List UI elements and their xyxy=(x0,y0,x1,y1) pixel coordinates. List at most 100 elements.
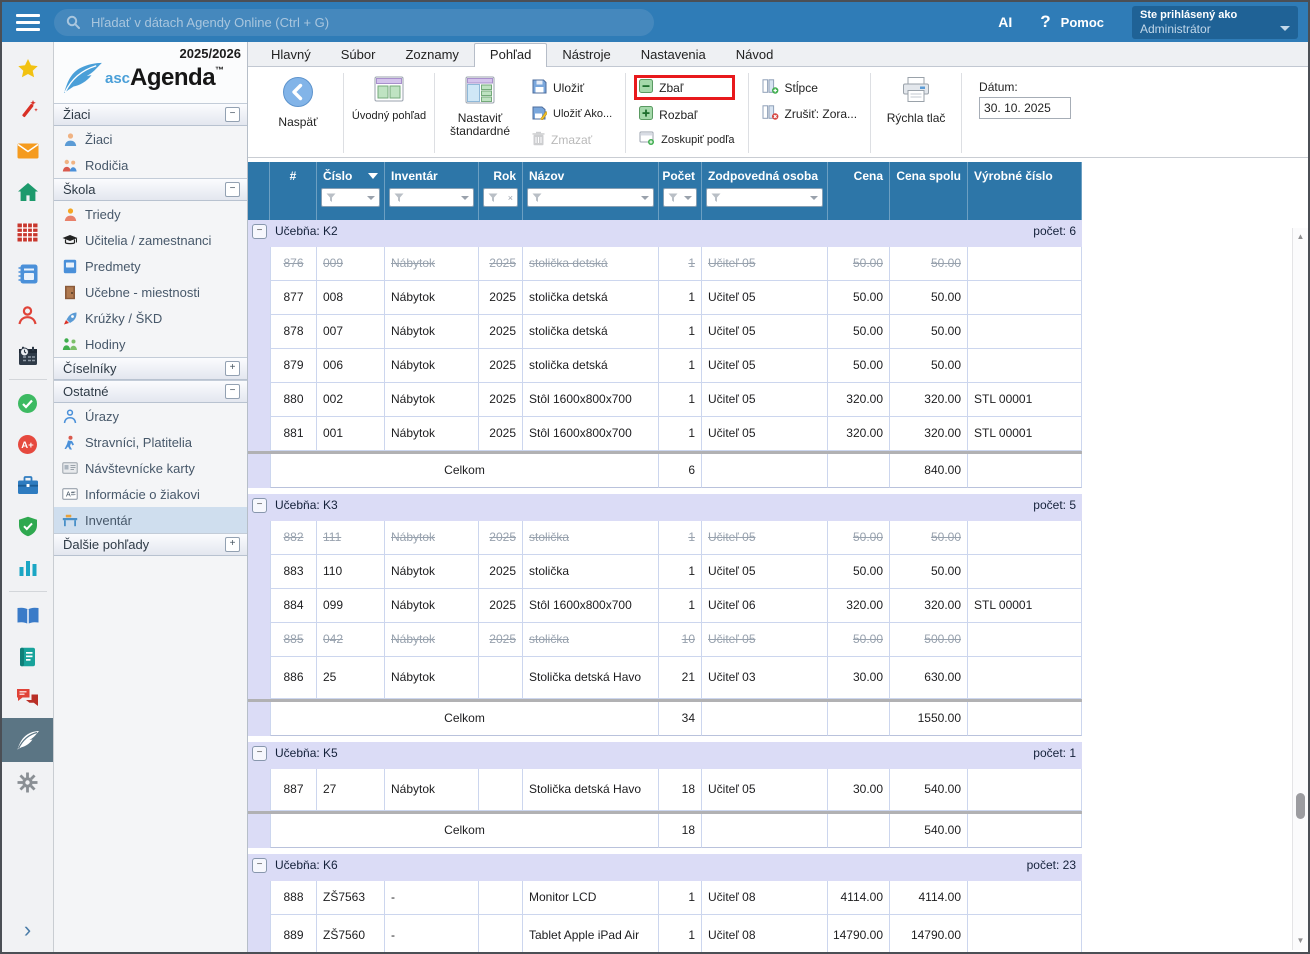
table-row[interactable]: 884099Nábytok2025Stôl 1600x800x7001Učite… xyxy=(248,589,1082,623)
sidebar-section-ďalšie pohľady[interactable]: Ďalšie pohľady+ xyxy=(54,533,247,556)
help-button[interactable]: ? Pomoc xyxy=(1040,12,1104,32)
sidebar-item-kr-ky-kd[interactable]: Krúžky / ŠKD xyxy=(54,305,247,331)
table-row[interactable]: 88727NábytokStolička detská Havo18Učiteľ… xyxy=(248,769,1082,811)
group-collapse-button[interactable]: − xyxy=(252,498,267,513)
tab-hlavný[interactable]: Hlavný xyxy=(256,44,326,66)
set-default-button[interactable]: Nastaviť štandardné xyxy=(438,71,522,155)
grade-icon[interactable]: A+ xyxy=(2,424,53,465)
column-header-vyrobne[interactable]: Výrobné číslo xyxy=(968,162,1082,220)
collapse-section-icon[interactable]: − xyxy=(225,107,240,122)
scroll-up-icon[interactable]: ▲ xyxy=(1293,230,1308,244)
table-row[interactable]: 882111Nábytok2025stolička1Učiteľ 0550.00… xyxy=(248,521,1082,555)
tab-nástroje[interactable]: Nástroje xyxy=(547,44,625,66)
column-header-rok[interactable]: Rok× xyxy=(479,162,523,220)
tab-súbor[interactable]: Súbor xyxy=(326,44,391,66)
sidebar-item-stravn-ci-platitelia[interactable]: Stravníci, Platitelia xyxy=(54,429,247,455)
filter-nazov[interactable] xyxy=(527,188,654,207)
group-collapse-button[interactable]: − xyxy=(252,858,267,873)
collapse-section-icon[interactable]: − xyxy=(225,384,240,399)
person-icon[interactable] xyxy=(2,294,53,335)
back-button[interactable]: Naspäť xyxy=(256,71,340,155)
sidebar-item-invent-r[interactable]: Inventár xyxy=(54,507,247,533)
pencil-icon[interactable] xyxy=(2,718,53,762)
timetable-icon[interactable] xyxy=(2,212,53,253)
sidebar-item-rodi-ia[interactable]: Rodičia xyxy=(54,152,247,178)
tab-nastavenia[interactable]: Nastavenia xyxy=(626,44,721,66)
home-icon[interactable] xyxy=(2,171,53,212)
table-row[interactable]: 889ZŠ7560-Tablet Apple iPad Air1Učiteľ 0… xyxy=(248,915,1082,952)
column-header-cena[interactable]: Cena xyxy=(828,162,890,220)
mail-icon[interactable] xyxy=(2,130,53,171)
column-header-nazov[interactable]: Názov xyxy=(523,162,659,220)
column-header-num[interactable]: # xyxy=(270,162,317,220)
quick-print-button[interactable]: Rýchla tlač xyxy=(874,71,958,155)
sidebar-item-u-ebne-miestnosti[interactable]: Učebne - miestnosti xyxy=(54,279,247,305)
sidebar-item-u-itelia-zamestnanci[interactable]: Učitelia / zamestnanci xyxy=(54,227,247,253)
column-header-pocet[interactable]: Počet xyxy=(659,162,702,220)
sidebar-item--iaci[interactable]: Žiaci xyxy=(54,126,247,152)
sidebar-item--razy[interactable]: Úrazy xyxy=(54,403,247,429)
notebook-icon[interactable] xyxy=(2,253,53,294)
column-header-osoba[interactable]: Zodpovedná osoba xyxy=(702,162,828,220)
table-row[interactable]: 880002Nábytok2025Stôl 1600x800x7001Učite… xyxy=(248,383,1082,417)
table-row[interactable]: 878007Nábytok2025stolička detská1Učiteľ … xyxy=(248,315,1082,349)
hamburger-menu-icon[interactable] xyxy=(2,14,54,31)
column-header-cena_spolu[interactable]: Cena spolu xyxy=(890,162,968,220)
delete-button[interactable]: Zmazať xyxy=(532,131,612,149)
sidebar-item-triedy[interactable]: Triedy xyxy=(54,201,247,227)
table-row[interactable]: 877008Nábytok2025stolička detská1Učiteľ … xyxy=(248,281,1082,315)
filter-rok[interactable]: × xyxy=(483,188,518,207)
sidebar-section-číselníky[interactable]: Číselníky+ xyxy=(54,357,247,380)
save-button[interactable]: Uložiť xyxy=(532,79,612,97)
calendar-clock-icon[interactable] xyxy=(2,335,53,376)
column-header-cislo[interactable]: Číslo xyxy=(317,162,385,220)
scrollbar-thumb[interactable] xyxy=(1296,793,1305,819)
table-row[interactable]: 885042Nábytok2025stolička10Učiteľ 0550.0… xyxy=(248,623,1082,657)
sidebar-section-škola[interactable]: Škola− xyxy=(54,178,247,201)
vertical-scrollbar[interactable]: ▲ ▼ xyxy=(1292,228,1308,950)
sidebar-item-inform-cie-o-iakovi[interactable]: A=Informácie o žiakovi xyxy=(54,481,247,507)
filter-cislo[interactable] xyxy=(321,188,380,207)
scroll-down-icon[interactable]: ▼ xyxy=(1293,934,1308,948)
sidebar-item-hodiny[interactable]: Hodiny xyxy=(54,331,247,357)
cancel-sort-button[interactable]: Zrušiť: Zora... xyxy=(762,105,858,123)
table-row[interactable]: 888ZŠ7563-Monitor LCD1Učiteľ 084114.0041… xyxy=(248,881,1082,915)
tab-pohľad[interactable]: Pohľad xyxy=(474,43,547,67)
tab-zoznamy[interactable]: Zoznamy xyxy=(390,44,473,66)
wand-icon[interactable] xyxy=(2,89,53,130)
user-menu[interactable]: Ste prihlásený ako Administrátor xyxy=(1132,6,1298,39)
search-input[interactable] xyxy=(89,14,642,31)
chat-icon[interactable] xyxy=(2,677,53,718)
filter-pocet[interactable] xyxy=(663,188,697,207)
save-as-button[interactable]: Uložiť Ako... xyxy=(532,105,612,123)
group-collapse-button[interactable]: − xyxy=(252,746,267,761)
book-open-icon[interactable] xyxy=(2,595,53,636)
star-icon[interactable] xyxy=(2,48,53,89)
group-collapse-button[interactable]: − xyxy=(252,224,267,239)
table-row[interactable]: 879006Nábytok2025stolička detská1Učiteľ … xyxy=(248,349,1082,383)
sidebar-section-ostatné[interactable]: Ostatné− xyxy=(54,380,247,403)
shield-check-icon[interactable] xyxy=(2,506,53,547)
gear-icon[interactable] xyxy=(2,762,53,803)
expand-button[interactable]: Rozbaľ xyxy=(639,106,734,123)
table-row[interactable]: 883110Nábytok2025stolička1Učiteľ 0550.00… xyxy=(248,555,1082,589)
expand-section-icon[interactable]: + xyxy=(225,537,240,552)
table-row[interactable]: 876009Nábytok2025stolička detská1Učiteľ … xyxy=(248,247,1082,281)
report-icon[interactable] xyxy=(2,636,53,677)
briefcase-icon[interactable] xyxy=(2,465,53,506)
ai-button[interactable]: AI xyxy=(998,14,1012,30)
column-header-inventar[interactable]: Inventár xyxy=(385,162,479,220)
sidebar-item-predmety[interactable]: Predmety xyxy=(54,253,247,279)
global-search[interactable] xyxy=(54,9,654,36)
check-circle-icon[interactable] xyxy=(2,383,53,424)
home-view-button[interactable]: Úvodný pohľad xyxy=(347,71,431,155)
filter-inventar[interactable] xyxy=(389,188,474,207)
collapse-section-icon[interactable]: − xyxy=(225,182,240,197)
group-by-button[interactable]: Zoskupiť podľa xyxy=(639,131,734,148)
expand-section-icon[interactable]: + xyxy=(225,361,240,376)
columns-button[interactable]: Stĺpce xyxy=(762,79,858,97)
sidebar-section-žiaci[interactable]: Žiaci− xyxy=(54,103,247,126)
expand-sidebar-button[interactable]: › xyxy=(24,920,31,940)
stats-icon[interactable] xyxy=(2,547,53,588)
collapse-button[interactable]: Zbaľ xyxy=(639,79,723,96)
